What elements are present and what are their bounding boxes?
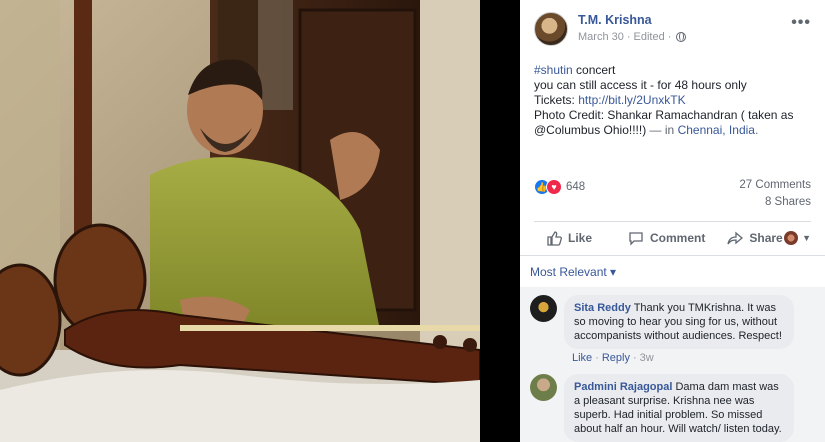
comments-count[interactable]: 27 Comments	[739, 179, 811, 191]
love-reaction-icon: ♥	[546, 179, 562, 195]
post-stats: 👍 ♥ 648 27 Comments 8 Shares	[534, 172, 811, 212]
comment-item: Padmini Rajagopal Dama dam mast was a pl…	[530, 374, 815, 442]
like-button[interactable]: Like	[546, 230, 592, 246]
post-meta: March 30 · Edited ·	[578, 31, 687, 43]
separator: ·	[595, 352, 599, 364]
musician-photo-illustration	[0, 0, 480, 442]
author-avatar[interactable]	[534, 12, 568, 46]
reaction-audience-selector[interactable]: ▼	[784, 231, 811, 245]
comment-reply-link[interactable]: Reply	[602, 352, 630, 364]
commenter-avatar[interactable]	[530, 295, 557, 322]
edited-label[interactable]: Edited	[634, 31, 665, 43]
comment-button[interactable]: Comment	[628, 230, 705, 246]
viewer-avatar	[784, 231, 799, 245]
most-relevant-filter[interactable]: Most Relevant ▾	[530, 265, 616, 279]
comment-bubble: Padmini Rajagopal Dama dam mast was a pl…	[564, 374, 794, 442]
share-icon	[727, 231, 744, 245]
post-date[interactable]: March 30	[578, 31, 624, 43]
comment-actions: Like · Reply · 3w	[572, 352, 654, 364]
comment-label: Comment	[650, 231, 706, 245]
share-label: Share	[749, 231, 783, 245]
comment-item: Sita Reddy Thank you TMKrishna. It was s…	[530, 295, 815, 371]
separator: ·	[632, 352, 637, 364]
post-photo[interactable]	[0, 0, 480, 442]
post-line-1-rest: concert	[572, 63, 616, 77]
lightbox-gutter	[480, 0, 520, 442]
post-header: T.M. Krishna March 30 · Edited · •••	[520, 0, 825, 56]
commenter-name[interactable]: Sita Reddy	[574, 302, 631, 314]
like-icon	[547, 231, 562, 246]
shares-count[interactable]: 8 Shares	[765, 196, 811, 208]
comment-icon	[629, 232, 643, 246]
hashtag-link[interactable]: #shutin	[534, 63, 573, 77]
post-credit: Photo Credit: Shankar Ramachandran ( tak…	[534, 108, 811, 138]
tickets-link[interactable]: http://bit.ly/2UnxkTK	[578, 93, 685, 107]
commenter-avatar[interactable]	[530, 374, 557, 401]
tickets-label: Tickets:	[534, 93, 579, 107]
comment-bubble: Sita Reddy Thank you TMKrishna. It was s…	[564, 295, 794, 349]
more-icon[interactable]: •••	[791, 14, 811, 32]
location-suffix: .	[754, 123, 759, 137]
commenter-name[interactable]: Padmini Rajagopal	[574, 381, 672, 393]
meta-separator: ·	[626, 31, 631, 43]
like-label: Like	[568, 231, 593, 245]
share-button[interactable]: Share	[727, 230, 783, 246]
comment-time[interactable]: 3w	[640, 352, 654, 364]
globe-icon[interactable]	[676, 32, 687, 42]
post-line-2: you can still access it - for 48 hours o…	[534, 78, 747, 92]
location-prefix: — in	[646, 123, 678, 137]
chevron-down-icon: ▼	[802, 233, 811, 243]
divider	[520, 255, 825, 256]
comments-header: Most Relevant ▾	[520, 255, 825, 287]
post-text: #shutin concert you can still access it …	[520, 56, 825, 138]
post-panel: T.M. Krishna March 30 · Edited · ••• #sh…	[520, 0, 825, 442]
reactions-count: 648	[566, 181, 586, 193]
post-line-1: #shutin concert	[534, 63, 811, 78]
author-name[interactable]: T.M. Krishna	[578, 13, 652, 27]
reactions-summary[interactable]: 👍 ♥ 648	[534, 179, 585, 195]
location-link[interactable]: Chennai, India	[678, 123, 755, 137]
comment-like-link[interactable]: Like	[572, 352, 592, 364]
meta-separator: ·	[667, 31, 672, 43]
action-bar: Like Comment Share ▼	[534, 222, 811, 254]
post-line-3: Tickets: http://bit.ly/2UnxkTK	[534, 93, 811, 108]
comments-section: Most Relevant ▾ Sita Reddy Thank you TMK…	[520, 255, 825, 442]
